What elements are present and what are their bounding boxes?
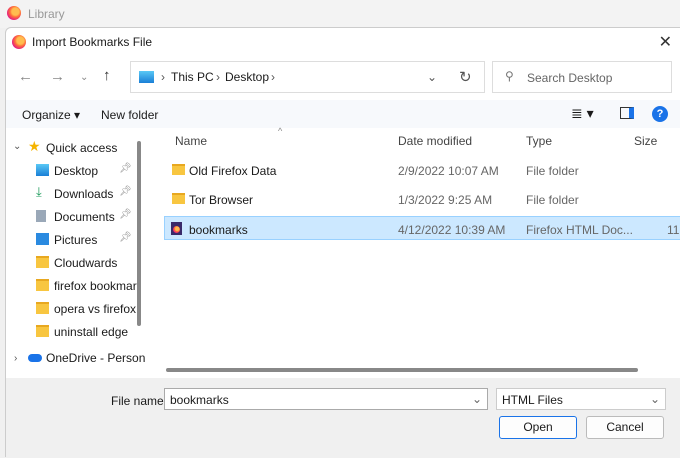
sidebar-item-onedrive[interactable]: OneDrive - Person: [46, 351, 146, 365]
breadcrumb-desktop[interactable]: Desktop: [225, 70, 269, 84]
import-dialog: Import Bookmarks File ✕ ← → ⌄ ↑ › This P…: [5, 27, 680, 458]
file-date: 2/9/2022 10:07 AM: [398, 164, 499, 178]
sidebar-item-label: Cloudwards: [54, 256, 118, 270]
new-folder-button[interactable]: New folder: [101, 108, 158, 122]
library-title: Library: [28, 7, 65, 21]
toolbar: Organize ▾ New folder ≣ ▾ ?: [6, 100, 680, 128]
file-type: File folder: [526, 164, 579, 178]
sidebar-scrollbar[interactable]: [137, 141, 141, 326]
recent-dropdown-button[interactable]: ⌄: [80, 72, 88, 83]
forward-button[interactable]: →: [50, 68, 65, 85]
up-button[interactable]: ↑: [103, 67, 111, 84]
sidebar-item-label: Pictures: [54, 233, 98, 247]
download-icon: ⤓: [36, 184, 42, 199]
sidebar-item-label: Downloads: [54, 187, 114, 201]
view-options-icon[interactable]: ≣ ▾: [571, 105, 594, 122]
firefox-html-icon: [171, 222, 182, 235]
sidebar-item-uninstall-edge[interactable]: uninstall edge: [36, 322, 146, 342]
organize-button[interactable]: Organize ▾: [22, 108, 80, 122]
sidebar-item-cloudwards[interactable]: Cloudwards: [36, 253, 146, 273]
address-bar[interactable]: › This PC › Desktop › ⌄ ↻: [130, 61, 485, 93]
file-date: 1/3/2022 9:25 AM: [398, 193, 493, 207]
folder-icon: [36, 256, 49, 268]
cancel-button[interactable]: Cancel: [586, 416, 664, 439]
open-button[interactable]: Open: [499, 416, 577, 439]
chevron-down-icon: ⌄: [649, 392, 660, 406]
folder-icon: [172, 164, 185, 175]
search-icon: ⚲: [505, 69, 514, 83]
file-row[interactable]: Tor Browser 1/3/2022 9:25 AM File folder: [162, 187, 680, 211]
file-type-select[interactable]: HTML Files ⌄: [496, 388, 666, 410]
sidebar-item-label: uninstall edge: [54, 325, 129, 339]
library-window-titlebar: Library: [0, 0, 680, 28]
horizontal-scrollbar[interactable]: [166, 368, 638, 372]
sidebar-item-label: firefox bookmar: [54, 279, 137, 293]
file-date: 4/12/2022 10:39 AM: [398, 223, 506, 237]
dialog-footer: File name: bookmarks ⌄ HTML Files ⌄ Open C…: [6, 378, 680, 458]
folder-icon: [36, 279, 49, 291]
file-name: bookmarks: [189, 223, 248, 237]
preview-pane-icon[interactable]: [620, 107, 634, 119]
file-name-input[interactable]: bookmarks ⌄: [164, 388, 488, 410]
quick-access[interactable]: Quick access: [46, 141, 117, 155]
back-button[interactable]: ←: [18, 68, 33, 85]
file-row-selected[interactable]: bookmarks 4/12/2022 10:39 AM Firefox HTM…: [164, 216, 680, 240]
sidebar-item-opera-vs-firefox[interactable]: opera vs firefox: [36, 299, 146, 319]
sort-ascending-icon: ^: [278, 126, 283, 136]
onedrive-icon: [28, 354, 42, 362]
this-pc-icon: [139, 71, 154, 83]
search-placeholder: Search Desktop: [527, 71, 613, 85]
search-box[interactable]: ⚲ Search Desktop: [492, 61, 672, 93]
file-name: Old Firefox Data: [189, 164, 277, 178]
firefox-icon: [7, 6, 21, 20]
pictures-icon: [36, 233, 49, 245]
file-size: 11: [667, 223, 680, 237]
sidebar-item-firefox-bookmarks[interactable]: firefox bookmar: [36, 276, 146, 296]
file-name: Tor Browser: [189, 193, 254, 207]
sidebar-item-label: opera vs firefox: [54, 302, 137, 316]
navigation-pane: ⌄ ★ Quick access Desktop 📌︎ ⤓ Downloads 📌︎ …: [6, 128, 146, 378]
sidebar-item-pictures[interactable]: Pictures 📌︎: [36, 230, 146, 250]
help-button[interactable]: ?: [652, 106, 668, 122]
pin-icon: 📌︎: [119, 186, 132, 197]
folder-icon: [36, 302, 49, 314]
file-name-value: bookmarks: [170, 393, 229, 407]
breadcrumb-this-pc[interactable]: This PC: [171, 70, 214, 84]
close-button[interactable]: ✕: [659, 32, 672, 52]
folder-icon: [36, 325, 49, 337]
sidebar-item-downloads[interactable]: ⤓ Downloads 📌︎: [36, 184, 146, 204]
file-type: File folder: [526, 193, 579, 207]
refresh-icon[interactable]: ↻: [459, 68, 472, 86]
file-type: Firefox HTML Doc...: [526, 223, 633, 237]
file-type-value: HTML Files: [502, 393, 563, 407]
column-header-date[interactable]: Date modified: [398, 134, 472, 148]
sidebar-item-documents[interactable]: Documents 📌︎: [36, 207, 146, 227]
column-header-size[interactable]: Size: [634, 134, 657, 148]
column-header-name[interactable]: Name: [175, 134, 207, 148]
firefox-icon: [12, 35, 26, 49]
file-name-label: File name:: [111, 394, 168, 408]
dialog-titlebar: Import Bookmarks File ✕: [6, 28, 680, 56]
chevron-down-icon[interactable]: ⌄: [13, 141, 21, 152]
file-list: ^ Name Date modified Type Size Old Firef…: [148, 126, 680, 378]
sidebar-item-label: Desktop: [54, 164, 99, 178]
sidebar-item-desktop[interactable]: Desktop 📌︎: [36, 161, 146, 181]
desktop-icon: [36, 164, 49, 176]
dialog-title: Import Bookmarks File: [32, 35, 153, 49]
pin-icon: 📌︎: [119, 163, 132, 174]
sidebar-item-label: Documents: [54, 210, 115, 224]
address-dropdown-icon[interactable]: ⌄: [427, 70, 437, 84]
chevron-right-icon[interactable]: ›: [14, 353, 17, 364]
documents-icon: [36, 210, 46, 222]
chevron-down-icon[interactable]: ⌄: [472, 392, 482, 406]
pin-icon: 📌︎: [119, 209, 132, 220]
folder-icon: [172, 193, 185, 204]
file-row[interactable]: Old Firefox Data 2/9/2022 10:07 AM File …: [162, 158, 680, 182]
pin-icon: 📌︎: [119, 232, 132, 243]
column-header-type[interactable]: Type: [526, 134, 552, 148]
star-icon: ★: [28, 138, 41, 154]
